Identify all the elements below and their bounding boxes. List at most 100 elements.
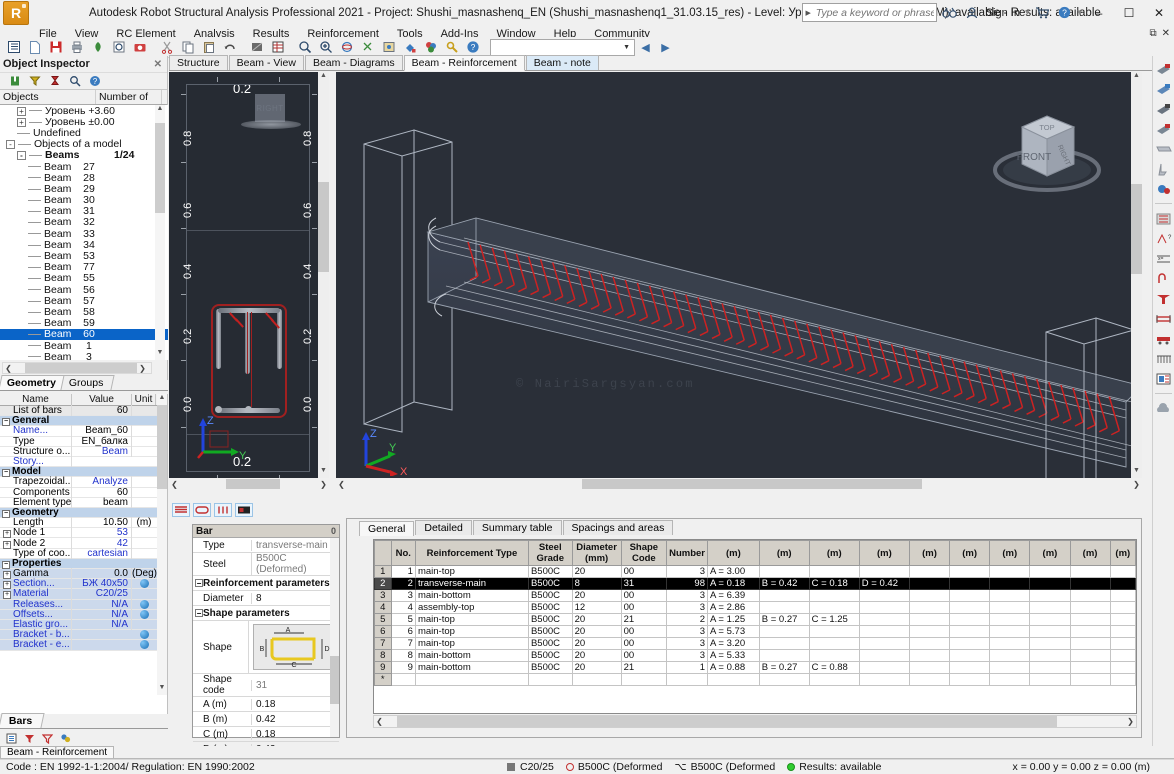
properties-vscrollbar[interactable]: ▲ ▼ xyxy=(157,394,167,695)
table-cell[interactable]: A = 5.73 xyxy=(706,625,760,638)
table-column-header[interactable]: (m) xyxy=(706,540,760,566)
table-column-header[interactable]: (m) xyxy=(758,540,810,566)
table-cell[interactable]: main-bottom xyxy=(414,649,529,662)
table-cell[interactable] xyxy=(949,673,991,686)
table-column-header[interactable]: (m) xyxy=(949,540,991,566)
search-input[interactable] xyxy=(813,4,936,21)
table-cell[interactable] xyxy=(666,673,708,686)
table-cell[interactable]: main-bottom xyxy=(414,589,529,602)
table-row[interactable]: 8 8 main-bottom B500C 20 00 3 A = 5.33 xyxy=(374,649,1136,662)
table-cell[interactable]: 00 xyxy=(620,565,668,578)
bar-dimension-row[interactable]: B (m) 0.42 xyxy=(193,712,339,727)
scroll-left-icon[interactable]: ❮ xyxy=(336,480,347,489)
table-cell[interactable] xyxy=(908,577,951,590)
table-cell[interactable]: 8 xyxy=(390,649,416,662)
paste-icon[interactable] xyxy=(199,38,219,57)
gear-tools-icon[interactable] xyxy=(1154,180,1173,197)
bar-group-shape-parameters[interactable]: − Shape parameters xyxy=(193,606,339,621)
scroll-down-icon[interactable]: ▼ xyxy=(157,684,167,695)
object-tree-vscrollbar[interactable]: ▲ ▼ xyxy=(155,105,165,360)
view3d-hscrollbar[interactable]: ❮ ❯ xyxy=(336,478,1142,490)
tree-item[interactable]: Undefined xyxy=(0,127,168,139)
table-cell[interactable] xyxy=(1029,601,1071,614)
bar-diameter-value[interactable]: 8 xyxy=(251,592,339,604)
scroll-up-icon[interactable]: ▲ xyxy=(1131,72,1142,83)
table-column-header[interactable]: Reinforcement Type xyxy=(414,540,529,566)
scroll-up-icon[interactable]: ▲ xyxy=(155,105,165,116)
search-dropdown-icon[interactable]: ▶ xyxy=(803,9,814,17)
table-cell[interactable] xyxy=(1029,625,1071,638)
table-cell[interactable] xyxy=(908,673,951,686)
table-cell[interactable]: B500C xyxy=(527,589,573,602)
table-cell[interactable] xyxy=(758,589,810,602)
property-value[interactable]: N/A xyxy=(72,619,132,631)
rebar-tool-2-icon[interactable] xyxy=(1154,80,1173,97)
table-row[interactable]: 5 5 main-top B500C 20 21 2 A = 1.25 B = 0.27 C = … xyxy=(374,613,1136,626)
table-column-header[interactable]: Steel Grade xyxy=(527,540,573,566)
table-cell[interactable]: B = 0.27 xyxy=(758,613,810,626)
globe-icon[interactable] xyxy=(139,630,149,640)
table-cell[interactable] xyxy=(808,625,860,638)
tree-item[interactable]: Beam 29 xyxy=(0,183,168,195)
table-row[interactable]: 2 2 transverse-main B500C 8 31 98 A = 0.18 B = 0… xyxy=(374,577,1136,590)
table-column-header[interactable] xyxy=(374,540,392,566)
table-cell[interactable] xyxy=(1029,661,1071,674)
table-cell[interactable] xyxy=(989,613,1031,626)
globe-icon[interactable] xyxy=(139,579,149,589)
table-cell[interactable] xyxy=(1029,673,1071,686)
bar-row-diameter[interactable]: Diameter 8 xyxy=(193,591,339,606)
tree-item[interactable]: + Уровень ±0.00 xyxy=(0,116,168,128)
filter-icon[interactable] xyxy=(26,74,43,89)
new-document-icon[interactable] xyxy=(25,38,45,57)
object-tree[interactable]: + Уровень +3.60 + Уровень ±0.00 Undefined - Ob… xyxy=(0,105,168,360)
table-cell[interactable]: 3 xyxy=(666,649,708,662)
minimize-button[interactable]: – xyxy=(1084,1,1114,25)
table-cell[interactable] xyxy=(908,649,951,662)
property-value[interactable]: Beam xyxy=(72,445,132,457)
bar-panel-vscrollbar[interactable] xyxy=(330,538,339,737)
table-cell[interactable]: B500C xyxy=(527,601,573,614)
table-cell[interactable]: A = 6.39 xyxy=(706,589,760,602)
table-cell[interactable]: A = 0.18 xyxy=(706,577,760,590)
bar-group-reinforcement-parameters[interactable]: − Reinforcement parameters xyxy=(193,576,339,591)
table-cell[interactable] xyxy=(908,625,951,638)
table-cell[interactable]: 98 xyxy=(666,577,708,590)
tree-item[interactable]: Beam 32 xyxy=(0,216,168,228)
tree-expander-icon[interactable]: + xyxy=(17,117,26,127)
tree-item[interactable]: - Objects of a model xyxy=(0,138,168,150)
table-cell[interactable] xyxy=(949,565,991,578)
tree-item[interactable]: Beam 31 xyxy=(0,205,168,217)
table-cell[interactable] xyxy=(858,637,910,650)
tree-item[interactable]: Beam 58 xyxy=(0,306,168,318)
table-cell[interactable]: B = 0.27 xyxy=(758,661,810,674)
binoculars-icon[interactable] xyxy=(939,2,961,24)
table-cell[interactable]: 1 xyxy=(374,565,392,578)
table-row[interactable]: 6 6 main-top B500C 20 00 3 A = 5.73 xyxy=(374,625,1136,638)
save-icon[interactable] xyxy=(46,38,66,57)
scroll-left-icon[interactable]: ❮ xyxy=(169,480,180,489)
t-section-icon[interactable] xyxy=(1154,290,1173,307)
reinforcement-table-hscrollbar[interactable]: ❮ ❯ xyxy=(373,715,1137,728)
table-cell[interactable]: 00 xyxy=(620,637,668,650)
layers-icon[interactable] xyxy=(4,38,24,57)
table-cell[interactable]: 4 xyxy=(390,601,416,614)
tab-geometry[interactable]: Geometry xyxy=(0,375,68,390)
tab-groups[interactable]: Groups xyxy=(60,375,116,390)
tree-item[interactable]: Beam 1 xyxy=(0,340,168,352)
help-dropdown-icon[interactable]: ▾ xyxy=(1075,7,1084,18)
table-cell[interactable] xyxy=(858,589,910,602)
table-cell[interactable]: 2 xyxy=(374,577,392,590)
table-cell[interactable]: main-top xyxy=(414,565,529,578)
table-cell[interactable] xyxy=(390,673,416,686)
table-cell[interactable] xyxy=(949,661,991,674)
account-icon[interactable] xyxy=(961,2,983,24)
vscroll-thumb[interactable] xyxy=(157,405,167,489)
globe-icon[interactable] xyxy=(139,609,149,619)
table-cell[interactable]: 21 xyxy=(620,613,668,626)
table-cell[interactable] xyxy=(758,565,810,578)
table-cell[interactable]: 20 xyxy=(571,637,622,650)
toolbar-combo[interactable]: ▼ xyxy=(490,38,635,56)
table-cell[interactable]: B500C xyxy=(527,625,573,638)
paint-icon[interactable] xyxy=(400,38,420,57)
table-cell[interactable] xyxy=(1069,661,1111,674)
